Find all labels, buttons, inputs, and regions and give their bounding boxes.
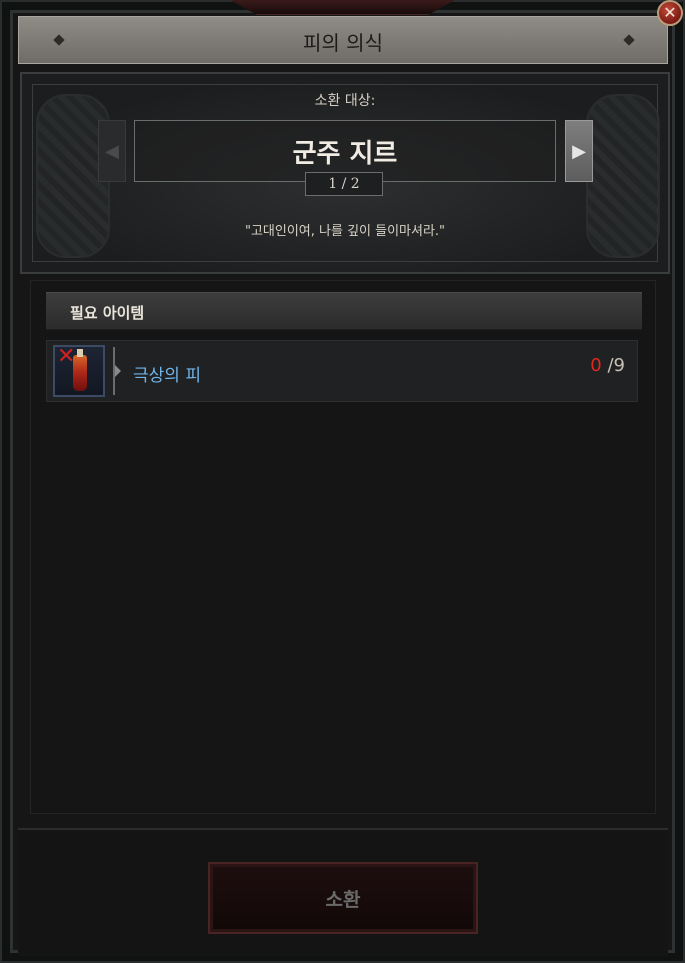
summon-target-panel: 소환 대상: ◀ 군주 지르 1 / 2 ▶ "고대인이여, 나를 깊이 들이마… <box>20 72 670 274</box>
cross-icon: ✕ <box>57 344 76 369</box>
item-count-need: /9 <box>607 355 625 376</box>
summon-button[interactable]: 소환 <box>208 862 478 934</box>
arrow-right-icon: ▶ <box>572 140 586 162</box>
required-items-header: 필요 아이템 <box>46 292 642 330</box>
close-icon: ✕ <box>663 3 677 22</box>
title-bar: 피의 의식 <box>18 16 668 64</box>
item-count: 0 /9 <box>590 355 625 376</box>
page-indicator: 1 / 2 <box>305 172 383 196</box>
required-items-title: 필요 아이템 <box>70 304 145 322</box>
target-name: 군주 지르 <box>292 139 398 169</box>
item-slot[interactable]: ✕ <box>53 345 105 397</box>
item-count-have: 0 <box>590 355 602 376</box>
list-item[interactable]: ✕ 극상의 피 0 /9 <box>46 340 638 402</box>
arrow-left-icon: ◀ <box>105 140 119 162</box>
next-target-button[interactable]: ▶ <box>565 120 593 182</box>
window-title: 피의 의식 <box>303 31 383 55</box>
target-quote: "고대인이여, 나를 깊이 들이마셔라." <box>244 224 446 239</box>
summon-target-label: 소환 대상: <box>314 93 376 109</box>
item-divider <box>113 347 121 395</box>
previous-target-button[interactable]: ◀ <box>98 120 126 182</box>
close-button[interactable]: ✕ <box>657 0 683 26</box>
item-name: 극상의 피 <box>133 366 201 386</box>
top-ornament <box>230 0 455 15</box>
